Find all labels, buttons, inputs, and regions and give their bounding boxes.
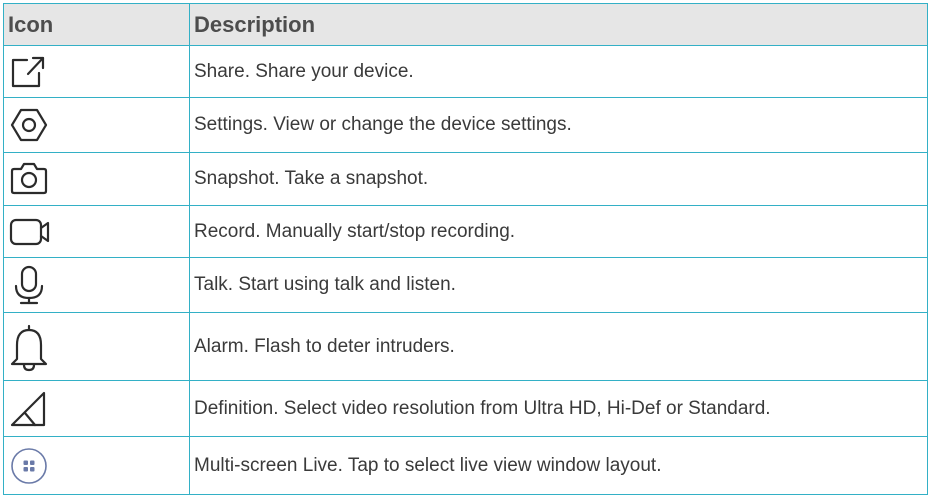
description-cell: Snapshot. Take a snapshot. (189, 152, 928, 206)
row-description: Share. Share your device. (194, 60, 414, 82)
icon-cell (3, 380, 190, 437)
table-row: Settings. View or change the device sett… (3, 97, 928, 153)
icon-cell (3, 312, 190, 381)
icon-column-header: Icon (3, 3, 190, 46)
document-page: Icon Description Share. Share your devic… (0, 0, 939, 498)
table-row: Alarm. Flash to deter intruders. (3, 312, 928, 381)
signal-triangle-icon (9, 389, 49, 429)
description-cell: Alarm. Flash to deter intruders. (189, 312, 928, 381)
row-description: Record. Manually start/stop recording. (194, 220, 516, 242)
microphone-icon (9, 265, 49, 305)
table-header-row: Icon Description (3, 3, 928, 46)
icon-description-table: Icon Description Share. Share your devic… (3, 3, 928, 495)
icon-cell (3, 45, 190, 98)
row-description: Settings. View or change the device sett… (194, 114, 572, 135)
description-cell: Record. Manually start/stop recording. (189, 205, 928, 258)
description-cell: Definition. Select video resolution from… (189, 380, 928, 437)
video-camera-icon (9, 212, 50, 252)
table-row: Definition. Select video resolution from… (3, 380, 928, 437)
row-description: Multi-screen Live. Tap to select live vi… (194, 454, 662, 476)
camera-icon (9, 159, 49, 199)
row-description: Snapshot. Take a snapshot. (194, 168, 429, 189)
table-row: Multi-screen Live. Tap to select live vi… (3, 436, 928, 495)
icon-cell (3, 152, 190, 206)
table-row: Talk. Start using talk and listen. (3, 257, 928, 313)
description-cell: Multi-screen Live. Tap to select live vi… (189, 436, 928, 495)
bell-icon (9, 323, 49, 371)
table-row: Share. Share your device. (3, 45, 928, 98)
table-row: Snapshot. Take a snapshot. (3, 152, 928, 206)
table-row: Record. Manually start/stop recording. (3, 205, 928, 258)
icon-cell (3, 97, 190, 153)
row-description: Definition. Select video resolution from… (194, 397, 771, 419)
icon-cell (3, 205, 190, 258)
multi-screen-icon (9, 446, 49, 486)
row-description: Talk. Start using talk and listen. (194, 274, 456, 295)
row-description: Alarm. Flash to deter intruders. (194, 335, 455, 357)
share-icon (9, 52, 49, 92)
icon-cell (3, 436, 190, 495)
description-cell: Share. Share your device. (189, 45, 928, 98)
description-cell: Talk. Start using talk and listen. (189, 257, 928, 313)
description-cell: Settings. View or change the device sett… (189, 97, 928, 153)
description-column-header: Description (189, 3, 928, 46)
icon-cell (3, 257, 190, 313)
settings-icon (9, 105, 49, 145)
